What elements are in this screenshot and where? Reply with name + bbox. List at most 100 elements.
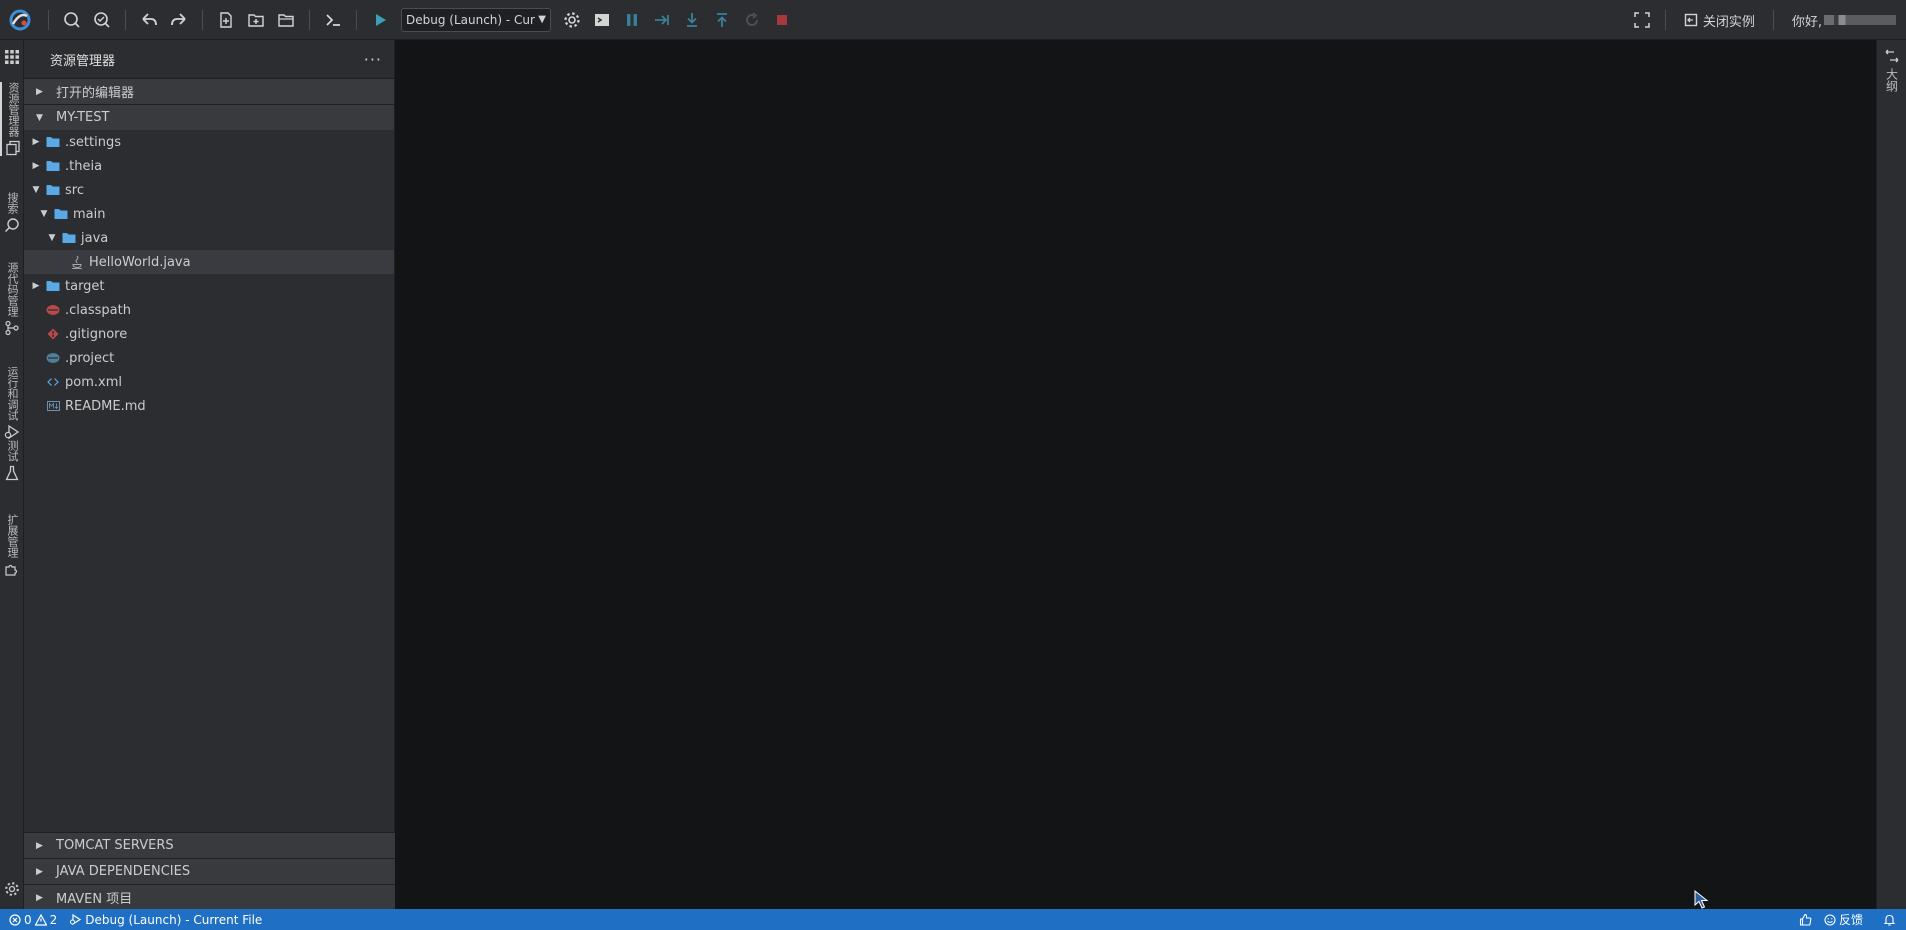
undo-icon[interactable]	[134, 0, 164, 40]
tree-file[interactable]: HelloWorld.java	[24, 250, 394, 274]
maven-projects-section[interactable]: ▶ MAVEN 项目	[24, 884, 395, 910]
bell-icon	[1883, 914, 1896, 926]
new-file-icon[interactable]	[211, 0, 241, 40]
feedback-button[interactable]: 反馈	[1818, 909, 1869, 930]
settings-button[interactable]	[0, 878, 24, 897]
activity-run-debug[interactable]: 运行和调试	[0, 366, 24, 440]
tree-item-label: src	[65, 182, 84, 198]
outline-icon	[1885, 49, 1898, 63]
beaker-icon	[5, 465, 19, 481]
tomcat-servers-label: TOMCAT SERVERS	[56, 838, 174, 853]
explorer-title: 资源管理器	[50, 53, 116, 69]
folder-icon	[46, 137, 60, 147]
activity-search[interactable]: 搜索	[0, 192, 24, 233]
top-toolbar: Debug (Launch) - Current File ▼ 关闭实例 你好,	[0, 0, 1906, 40]
apps-grid-button[interactable]	[0, 46, 24, 65]
files-icon	[6, 140, 20, 156]
tree-item-icon	[46, 351, 60, 365]
warning-count: 2	[49, 912, 58, 927]
like-button[interactable]	[1793, 909, 1818, 930]
workspace-section[interactable]: ▼ MY-TEST	[24, 104, 394, 130]
run-debug-icon	[4, 424, 20, 440]
folder-icon	[46, 281, 60, 291]
outline-panel-button[interactable]: 大纲	[1882, 48, 1902, 92]
feedback-label: 反馈	[1838, 913, 1863, 927]
tree-item-label: .project	[65, 350, 115, 366]
git-file-icon	[47, 328, 59, 340]
tomcat-servers-section[interactable]: ▶ TOMCAT SERVERS	[24, 832, 395, 858]
editor-area[interactable]	[395, 40, 1876, 909]
toolbar-separator	[125, 9, 126, 30]
terminal-icon[interactable]	[318, 0, 348, 40]
tree-folder[interactable]: ▼ main	[24, 202, 394, 226]
step-over-icon[interactable]	[647, 0, 677, 40]
caret-down-icon: ▼	[48, 233, 56, 243]
search-replace-icon[interactable]	[87, 0, 117, 40]
right-activity-bar: 大纲	[1876, 40, 1906, 909]
caret-down-icon: ▼	[36, 112, 43, 123]
file-tree: ▶ .settings ▶ .theia ▼ src ▼ main ▼ java HelloWorl…	[24, 130, 394, 418]
tree-folder[interactable]: ▶ target	[24, 274, 394, 298]
debug-config-value: Debug (Launch) - Current File	[406, 12, 535, 27]
debug-status[interactable]: Debug (Launch) - Current File	[63, 909, 268, 930]
activity-source-control-label: 源代码管理	[6, 262, 19, 317]
caret-right-icon: ▶	[36, 840, 43, 851]
search-icon[interactable]	[57, 0, 87, 40]
activity-extensions[interactable]: 扩展管理	[0, 514, 24, 577]
stop-icon[interactable]	[767, 0, 797, 40]
fullscreen-icon[interactable]	[1627, 0, 1657, 40]
close-instance-label: 关闭实例	[1702, 14, 1755, 30]
redo-icon[interactable]	[164, 0, 194, 40]
restart-icon[interactable]	[737, 0, 767, 40]
debug-config-select[interactable]: Debug (Launch) - Current File ▼	[401, 7, 551, 32]
run-icon[interactable]	[365, 0, 395, 40]
step-into-icon[interactable]	[677, 0, 707, 40]
close-instance-button[interactable]: 关闭实例	[1674, 0, 1765, 40]
activity-source-control[interactable]: 源代码管理	[0, 262, 24, 336]
folder-icon	[62, 233, 76, 243]
more-actions-icon[interactable]: ···	[364, 50, 382, 69]
gear-icon[interactable]	[557, 0, 587, 40]
user-greeting[interactable]: 你好,	[1782, 11, 1906, 30]
tree-item-label: target	[65, 278, 105, 294]
tree-file[interactable]: .gitignore	[24, 322, 394, 346]
apps-grid-icon	[5, 50, 19, 64]
new-folder-icon[interactable]	[241, 0, 271, 40]
activity-bar: 资源管理器 搜索 源代码管理 运行和调试 测试 扩展管理	[0, 40, 24, 909]
notifications-button[interactable]	[1869, 909, 1906, 930]
open-editors-label: 打开的编辑器	[56, 86, 135, 101]
tree-file[interactable]: pom.xml	[24, 370, 394, 394]
activity-search-label: 搜索	[6, 192, 19, 214]
tree-file[interactable]: README.md	[24, 394, 394, 418]
java-dependencies-section[interactable]: ▶ JAVA DEPENDENCIES	[24, 858, 395, 884]
chevron-down-icon: ▼	[538, 14, 546, 25]
tree-item-label: .classpath	[65, 302, 131, 318]
tree-folder[interactable]: ▶ .theia	[24, 154, 394, 178]
activity-explorer[interactable]: 资源管理器	[0, 82, 24, 156]
activity-testing[interactable]: 测试	[0, 440, 24, 481]
redacted-username	[1824, 15, 1896, 25]
mouse-cursor-icon	[1694, 890, 1709, 909]
caret-right-icon: ▶	[36, 866, 43, 877]
maven-projects-label: MAVEN 项目	[56, 892, 133, 907]
step-out-icon[interactable]	[707, 0, 737, 40]
tree-file[interactable]: .project	[24, 346, 394, 370]
tree-item-icon	[46, 327, 60, 341]
toolbar-separator	[1772, 10, 1774, 30]
tree-folder[interactable]: ▼ src	[24, 178, 394, 202]
open-editors-section[interactable]: ▶ 打开的编辑器	[24, 78, 394, 104]
tree-folder[interactable]: ▶ .settings	[24, 130, 394, 154]
toolbar-separator	[48, 9, 49, 30]
tree-file[interactable]: .classpath	[24, 298, 394, 322]
tree-folder[interactable]: ▼ java	[24, 226, 394, 250]
pause-icon[interactable]	[617, 0, 647, 40]
java-dependencies-label: JAVA DEPENDENCIES	[56, 864, 191, 879]
toolbar-separator	[356, 9, 357, 30]
open-folder-icon[interactable]	[271, 0, 301, 40]
debug-console-icon[interactable]	[587, 0, 617, 40]
tree-item-icon	[46, 375, 60, 389]
app-logo	[0, 0, 40, 40]
problems-indicator[interactable]: 0 2	[0, 909, 63, 930]
caret-right-icon: ▶	[32, 281, 40, 291]
tree-item-label: .settings	[65, 134, 121, 150]
